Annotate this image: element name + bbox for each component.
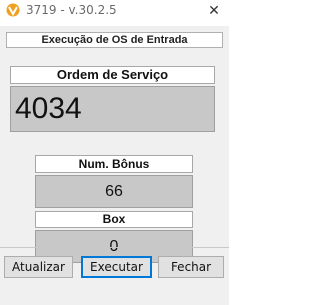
title-bar: 3719 - v.30.2.5 ✕ xyxy=(0,0,229,26)
form-header: Execução de OS de Entrada xyxy=(6,32,223,48)
atualizar-button[interactable]: Atualizar xyxy=(4,256,73,278)
ordem-servico-field[interactable]: 4034 xyxy=(10,86,215,132)
num-bonus-field[interactable]: 66 xyxy=(35,175,193,208)
fechar-button[interactable]: Fechar xyxy=(158,256,224,278)
window-title: 3719 - v.30.2.5 xyxy=(26,3,117,17)
close-icon[interactable]: ✕ xyxy=(203,1,225,21)
ordem-servico-label: Ordem de Serviço xyxy=(10,66,215,84)
divider xyxy=(0,247,229,248)
executar-button[interactable]: Executar xyxy=(81,256,152,278)
app-logo-icon xyxy=(6,3,20,17)
num-bonus-label: Num. Bônus xyxy=(35,155,193,173)
box-label: Box xyxy=(35,211,193,228)
form-body: Execução de OS de Entrada Ordem de Servi… xyxy=(0,26,229,305)
